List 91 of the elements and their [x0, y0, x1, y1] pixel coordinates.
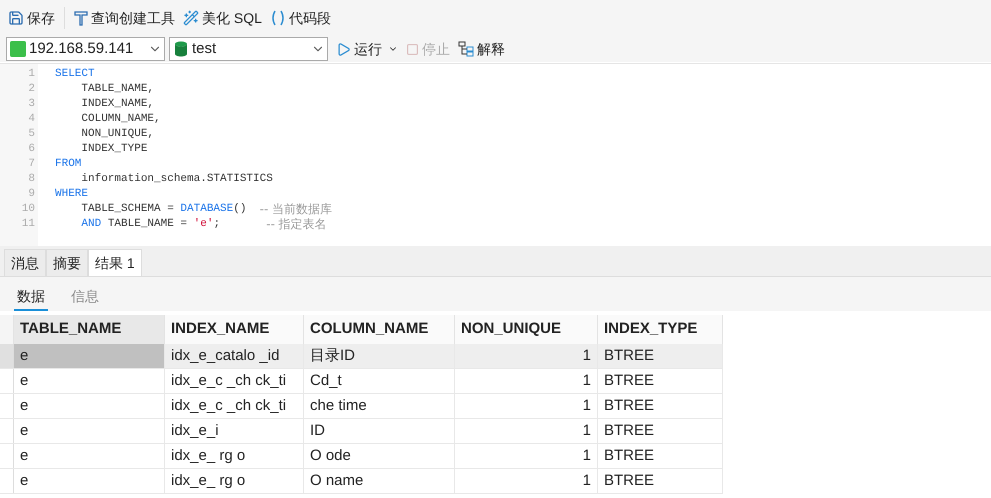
line-number: 1	[28, 67, 35, 82]
code-token: FROM	[55, 157, 82, 172]
line-number: 10	[22, 202, 35, 217]
table-cell: 1	[455, 369, 598, 393]
line-number: 3	[28, 97, 35, 112]
result-tab[interactable]: 消息	[4, 249, 46, 276]
table-cell: e	[14, 444, 165, 468]
table-row[interactable]: e idx_e_ rg o O name 1 BTREE	[0, 469, 723, 494]
line-number: 2	[28, 82, 35, 97]
column-header[interactable]: NON_UNIQUE	[455, 315, 598, 344]
table-cell: BTREE	[598, 419, 723, 443]
table-cell: O ode	[304, 444, 455, 468]
column-header[interactable]: COLUMN_NAME	[304, 315, 455, 344]
table-cell: BTREE	[598, 369, 723, 393]
result-tab[interactable]: 结果 1	[88, 249, 142, 276]
column-header[interactable]: TABLE_NAME	[14, 315, 165, 344]
toolbar-button[interactable]: 代码段	[268, 8, 332, 28]
table-cell: idx_e_i	[165, 419, 304, 443]
table-cell: BTREE	[598, 344, 723, 368]
toolbar-button[interactable]: 保存	[7, 8, 56, 28]
database-icon	[174, 41, 188, 57]
table-cell: idx_e_ rg o	[165, 469, 304, 493]
code-token: ()	[233, 202, 248, 217]
code-token: COLUMN_NAME,	[80, 112, 161, 127]
parentheses-icon	[270, 10, 286, 26]
table-cell: BTREE	[598, 469, 723, 493]
row-indicator[interactable]	[0, 344, 14, 368]
code-token: INDEX_TYPE	[80, 142, 148, 157]
code-token: TABLE_SCHEMA =	[80, 202, 175, 217]
table-cell: idx_e_c _ch ck_ti	[165, 394, 304, 418]
table-row[interactable]: e idx_e_ rg o O ode 1 BTREE	[0, 444, 723, 469]
code-token: INDEX_NAME,	[80, 97, 154, 112]
stop-icon	[406, 42, 419, 56]
table-row[interactable]: e idx_e_c _ch ck_ti che time 1 BTREE	[0, 394, 723, 419]
table-cell: BTREE	[598, 394, 723, 418]
table-row[interactable]: e idx_e_i ID 1 BTREE	[0, 419, 723, 444]
table-cell: che time	[304, 394, 455, 418]
code-token: TABLE_NAME,	[80, 82, 154, 97]
toolbar-button[interactable]: 运行	[336, 38, 398, 60]
code-token: AND	[80, 217, 102, 232]
line-number: 5	[28, 127, 35, 142]
wand-icon	[183, 10, 199, 26]
table-row[interactable]: e idx_e_catalo _id 目录ID 1 BTREE	[0, 344, 723, 369]
code-token: NON_UNIQUE,	[80, 127, 154, 142]
code-token: SELECT	[55, 67, 95, 82]
code-token: -- 指定表名	[266, 217, 327, 232]
code-token: DATABASE	[180, 202, 234, 217]
table-cell: idx_e_catalo _id	[165, 344, 304, 368]
table-cell: e	[14, 394, 165, 418]
hammer-icon	[74, 10, 88, 26]
code-token: TABLE_NAME =	[106, 217, 188, 232]
table-cell: BTREE	[598, 444, 723, 468]
table-cell: idx_e_ rg o	[165, 444, 304, 468]
code-token: 'e'	[194, 217, 214, 232]
table-cell: ID	[304, 419, 455, 443]
table-cell: idx_e_c _ch ck_ti	[165, 369, 304, 393]
column-header[interactable]: INDEX_TYPE	[598, 315, 723, 344]
code-token: -- 当前数据库	[260, 202, 332, 217]
toolbar-button[interactable]: 查询创建工具	[73, 8, 176, 28]
table-cell: e	[14, 369, 165, 393]
table-cell: 1	[455, 469, 598, 493]
line-number: 11	[22, 217, 35, 232]
toolbar-button[interactable]: 美化 SQL	[182, 8, 263, 28]
table-cell: 1	[455, 419, 598, 443]
line-number: 9	[28, 187, 35, 202]
table-cell: 1	[455, 394, 598, 418]
line-number: 4	[28, 112, 35, 127]
connection-select[interactable]: 192.168.59.141	[6, 37, 165, 61]
play-icon	[336, 42, 351, 56]
line-number: 6	[28, 142, 35, 157]
code-token: information_schema.STATISTICS	[80, 172, 273, 187]
diagram-icon	[458, 41, 474, 57]
table-cell: e	[14, 469, 165, 493]
table-cell: Cd_t	[304, 369, 455, 393]
line-number: 7	[28, 157, 35, 172]
database-select[interactable]: test	[169, 37, 328, 61]
result-tab[interactable]: 摘要	[46, 249, 88, 276]
code-token: ;	[213, 217, 222, 232]
line-number: 8	[28, 172, 35, 187]
table-cell: 1	[455, 444, 598, 468]
save-icon	[8, 10, 24, 26]
table-cell: e	[14, 344, 165, 368]
table-cell: 目录ID	[304, 344, 455, 368]
table-cell: e	[14, 419, 165, 443]
toolbar-button[interactable]: 解释	[458, 38, 505, 60]
table-row[interactable]: e idx_e_c _ch ck_ti Cd_t 1 BTREE	[0, 369, 723, 394]
table-cell: O name	[304, 469, 455, 493]
table-cell: 1	[455, 344, 598, 368]
column-header[interactable]: INDEX_NAME	[165, 315, 304, 344]
code-token: WHERE	[55, 187, 88, 202]
connection-icon	[10, 41, 26, 57]
